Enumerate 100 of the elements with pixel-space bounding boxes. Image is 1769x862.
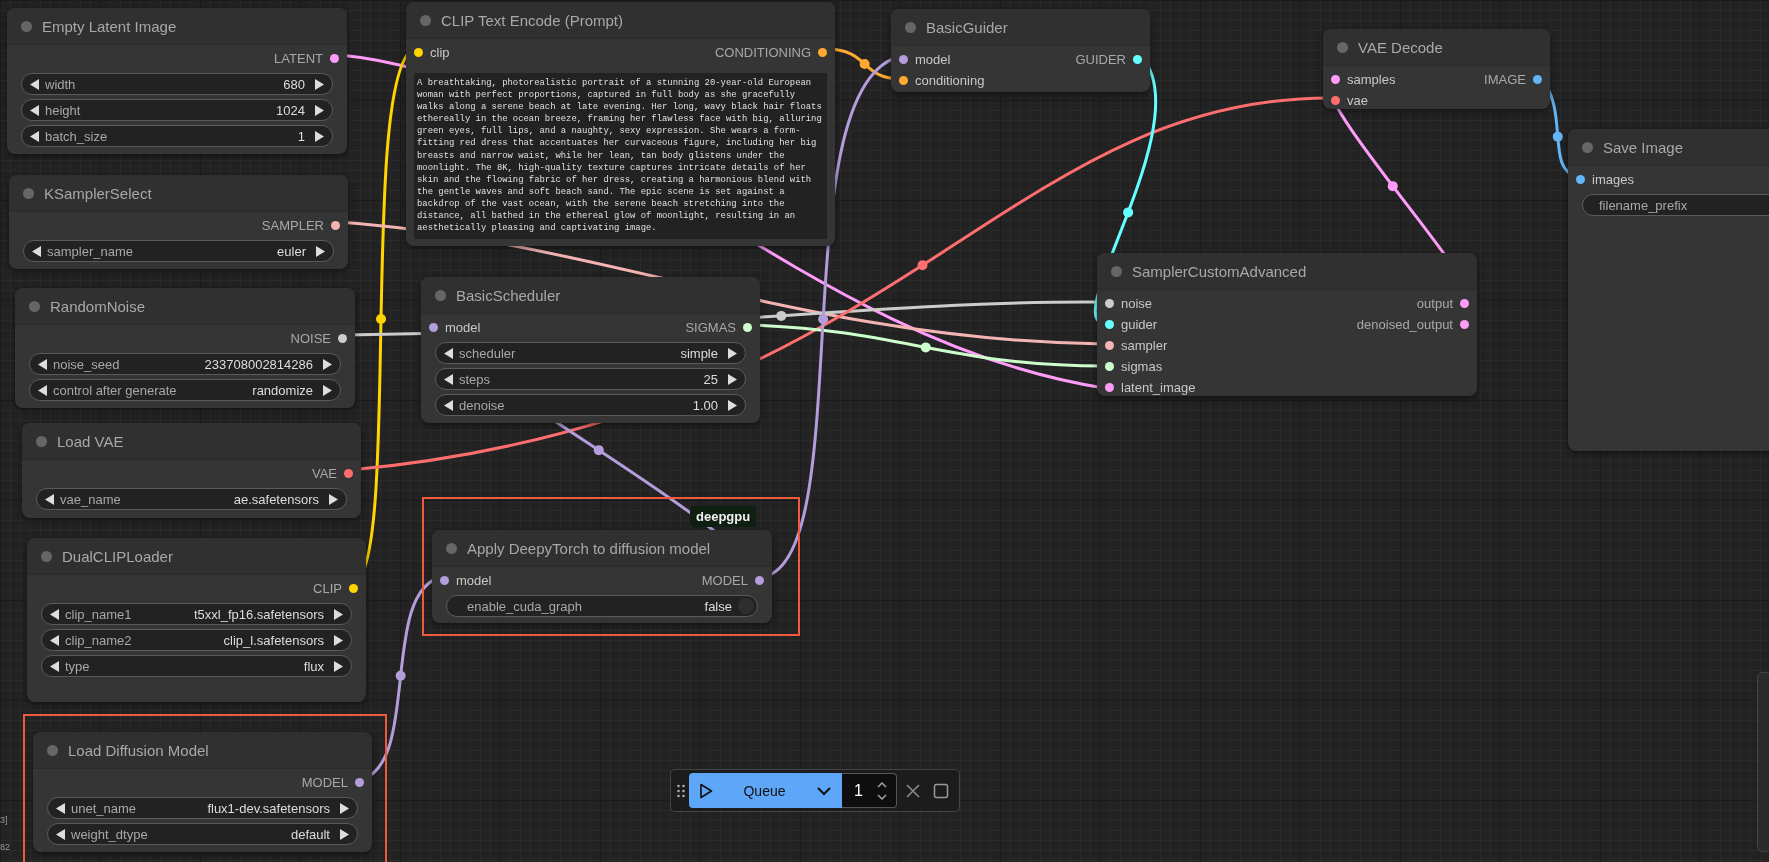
combo-widget[interactable]: type flux: [41, 655, 352, 677]
combo-widget[interactable]: width 680: [21, 73, 333, 95]
prompt-textarea[interactable]: A breathtaking, photorealistic portrait of a stunning 20-year-old European woman with perfect proportions, captured in full body as she gracefully walks along a serene beach at late evening. Her long, wavy black hair floats ethereally in the ocean breeze, framing her flawless face with big, alluring green eyes, full lips, and a naughty, sexy expression. She wears a form-fitting red dress that accentuates her curvaceous figure, including her big breasts and narrow waist, while her lean, tan body glistens under the moonlight. The 8K, high-quality texture captures intricate details of her skin and the flowing fabric of her dress, creating a harmonious blend with the gentle waves and soft beach sand. The epic scene is set against a backdrop of the vast ocean, with the serene beach stretching into the distance, all bathed in the ethereal glow of moonlight, resulting in an aesthetically pleasing and captivating image.: [414, 73, 827, 239]
node-header[interactable]: Apply DeepyTorch to diffusion model: [432, 530, 772, 567]
combo-widget[interactable]: steps 25: [435, 368, 746, 390]
input-port[interactable]: [440, 576, 449, 585]
link-midpoint-icon[interactable]: [917, 260, 928, 271]
link-midpoint-icon[interactable]: [859, 59, 870, 69]
node-header[interactable]: DualCLIPLoader: [27, 538, 366, 575]
link-midpoint-icon[interactable]: [1123, 207, 1134, 218]
left-arrow-icon[interactable]: [30, 78, 39, 90]
right-arrow-icon[interactable]: [316, 245, 325, 257]
output-port[interactable]: [349, 584, 358, 593]
collapse-dot-icon[interactable]: [420, 14, 431, 26]
node-header[interactable]: Load VAE: [22, 423, 361, 460]
output-port[interactable]: [331, 221, 340, 230]
combo-widget[interactable]: clip_name2 clip_l.safetensors: [41, 629, 352, 651]
input-port[interactable]: [1105, 341, 1114, 350]
collapse-dot-icon[interactable]: [47, 744, 58, 756]
node-header[interactable]: RandomNoise: [15, 288, 355, 325]
output-port[interactable]: [355, 778, 364, 787]
link-midpoint-icon[interactable]: [776, 310, 787, 321]
collapse-dot-icon[interactable]: [41, 550, 52, 562]
combo-widget[interactable]: clip_name1 t5xxl_fp16.safetensors: [41, 603, 352, 625]
collapse-dot-icon[interactable]: [1111, 265, 1122, 277]
left-arrow-icon[interactable]: [30, 104, 39, 116]
right-arrow-icon[interactable]: [334, 634, 343, 646]
node-header[interactable]: BasicScheduler: [421, 277, 760, 314]
right-arrow-icon[interactable]: [340, 828, 349, 840]
left-arrow-icon[interactable]: [30, 130, 39, 142]
left-arrow-icon[interactable]: [45, 493, 54, 505]
batch-count-field[interactable]: 1: [842, 773, 897, 808]
left-arrow-icon[interactable]: [38, 358, 47, 370]
collapse-dot-icon[interactable]: [36, 435, 47, 447]
input-port[interactable]: [1331, 75, 1340, 84]
node-header[interactable]: SamplerCustomAdvanced: [1097, 253, 1477, 290]
input-port[interactable]: [899, 55, 908, 64]
right-arrow-icon[interactable]: [728, 347, 737, 359]
output-port[interactable]: [818, 48, 827, 57]
node-header[interactable]: CLIP Text Encode (Prompt): [406, 2, 835, 39]
node-header[interactable]: KSamplerSelect: [9, 175, 348, 212]
collapse-dot-icon[interactable]: [21, 20, 32, 32]
collapse-dot-icon[interactable]: [446, 542, 457, 554]
node-header[interactable]: VAE Decode: [1323, 29, 1550, 66]
chevron-down-icon[interactable]: [816, 785, 832, 796]
input-port[interactable]: [429, 323, 438, 332]
left-arrow-icon[interactable]: [444, 347, 453, 359]
combo-widget[interactable]: unet_name flux1-dev.safetensors: [47, 797, 358, 819]
right-arrow-icon[interactable]: [334, 608, 343, 620]
right-arrow-icon[interactable]: [315, 104, 324, 116]
right-arrow-icon[interactable]: [340, 802, 349, 814]
node-header[interactable]: Empty Latent Image: [7, 8, 347, 45]
right-arrow-icon[interactable]: [334, 660, 343, 672]
input-port[interactable]: [1331, 96, 1340, 105]
right-arrow-icon[interactable]: [315, 78, 324, 90]
combo-widget[interactable]: vae_name ae.safetensors: [36, 488, 347, 510]
output-port[interactable]: [743, 323, 752, 332]
left-arrow-icon[interactable]: [56, 802, 65, 814]
left-arrow-icon[interactable]: [444, 399, 453, 411]
left-arrow-icon[interactable]: [444, 373, 453, 385]
output-port[interactable]: [1533, 75, 1542, 84]
output-port[interactable]: [344, 469, 353, 478]
input-port[interactable]: [1105, 383, 1114, 392]
left-arrow-icon[interactable]: [38, 384, 47, 396]
combo-widget[interactable]: denoise 1.00: [435, 394, 746, 416]
right-arrow-icon[interactable]: [315, 130, 324, 142]
combo-widget[interactable]: weight_dtype default: [47, 823, 358, 845]
input-port[interactable]: [1105, 299, 1114, 308]
input-port[interactable]: [414, 48, 423, 57]
input-port[interactable]: [899, 76, 908, 85]
combo-widget[interactable]: control after generate randomize: [29, 379, 341, 401]
drag-handle-icon[interactable]: [677, 783, 685, 798]
node-header[interactable]: BasicGuider: [891, 9, 1150, 46]
right-arrow-icon[interactable]: [323, 384, 332, 396]
toggle-knob[interactable]: [738, 598, 754, 614]
input-port[interactable]: [1105, 362, 1114, 371]
collapse-dot-icon[interactable]: [905, 21, 916, 33]
queue-button[interactable]: Queue: [689, 773, 842, 808]
left-arrow-icon[interactable]: [50, 660, 59, 672]
link-midpoint-icon[interactable]: [920, 342, 931, 353]
link-midpoint-icon[interactable]: [818, 314, 829, 325]
combo-widget[interactable]: sampler_name euler: [23, 240, 334, 262]
combo-widget[interactable]: batch_size 1: [21, 125, 333, 147]
collapse-dot-icon[interactable]: [23, 187, 34, 199]
link-midpoint-icon[interactable]: [395, 670, 406, 681]
link-midpoint-icon[interactable]: [1387, 181, 1398, 192]
node-header[interactable]: Save Image: [1568, 129, 1769, 166]
link-midpoint-icon[interactable]: [376, 314, 386, 324]
left-arrow-icon[interactable]: [56, 828, 65, 840]
left-arrow-icon[interactable]: [50, 608, 59, 620]
output-port[interactable]: [1460, 320, 1469, 329]
text-widget[interactable]: filename_prefix: [1582, 194, 1769, 216]
toggle-widget[interactable]: enable_cuda_graph false: [446, 595, 758, 617]
link-midpoint-icon[interactable]: [593, 445, 604, 456]
left-arrow-icon[interactable]: [32, 245, 41, 257]
right-arrow-icon[interactable]: [728, 373, 737, 385]
output-port[interactable]: [330, 54, 339, 63]
right-arrow-icon[interactable]: [323, 358, 332, 370]
right-arrow-icon[interactable]: [728, 399, 737, 411]
input-port[interactable]: [1576, 175, 1585, 184]
